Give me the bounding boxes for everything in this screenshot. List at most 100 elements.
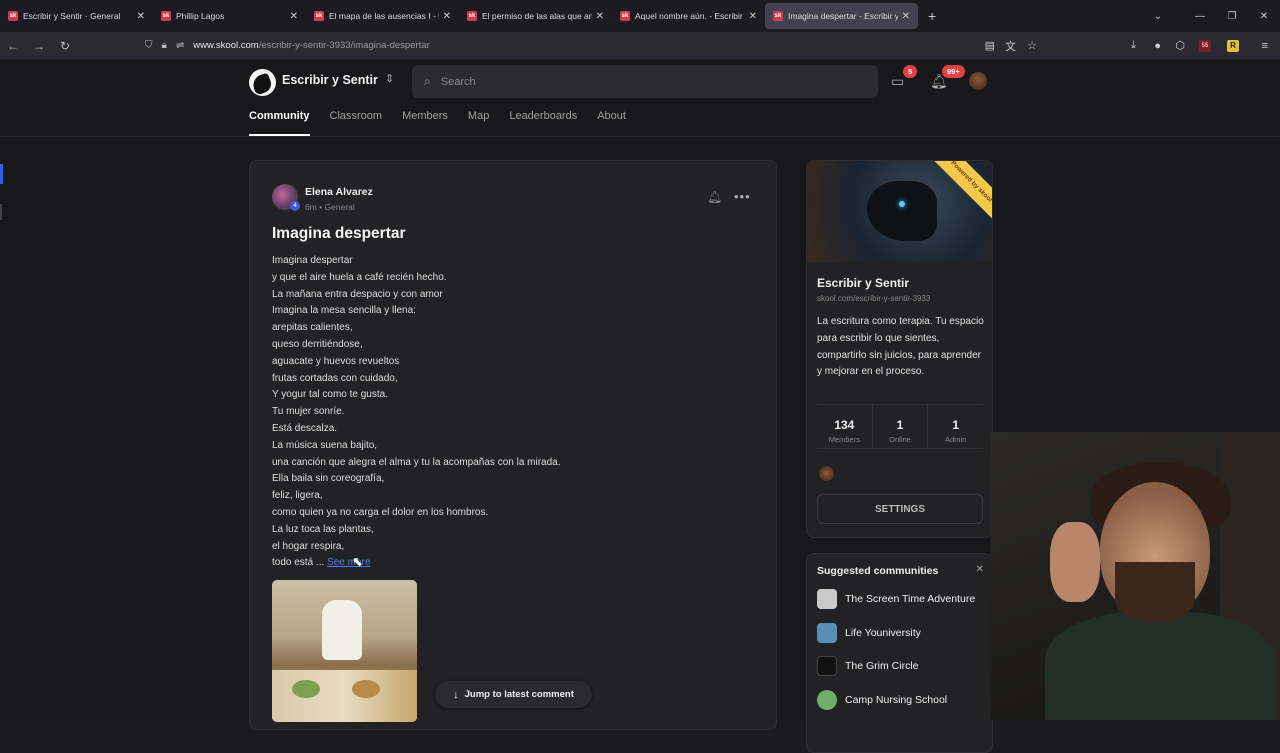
maximize-icon[interactable]: ❐ — [1216, 11, 1248, 22]
new-tab-icon[interactable]: + — [928, 8, 936, 24]
arrow-down-icon: ↓ — [453, 688, 459, 701]
chat-badge: 5 — [903, 65, 918, 78]
close-window-icon[interactable]: ✕ — [1248, 11, 1280, 22]
close-tab-icon[interactable]: ✕ — [137, 11, 145, 22]
webcam-person-shirt — [1045, 612, 1275, 720]
skool-favicon-icon: sk — [314, 11, 324, 21]
powered-by-ribbon[interactable]: Powered by skool — [931, 161, 992, 222]
search-placeholder: Search — [440, 75, 476, 88]
post-line: La luz toca las plantas, — [272, 523, 374, 535]
author-name[interactable]: Elena Alvarez — [305, 186, 373, 198]
close-icon[interactable]: ✕ — [976, 564, 984, 575]
post-line: La mañana entra despacio y con amor — [272, 288, 443, 300]
suggested-item[interactable]: Camp Nursing School — [817, 690, 947, 710]
suggested-name: The Screen Time Adventure — [845, 593, 976, 605]
community-cover-image: Powered by skool — [807, 161, 992, 262]
post-line: y que el aire huela a café recién hecho. — [272, 271, 447, 283]
tab-about[interactable]: About — [597, 110, 626, 136]
post-meta: 6m • General — [305, 202, 355, 212]
browser-tab-active[interactable]: sk Imagina despertar - Escribir y Se ✕ — [765, 3, 918, 29]
post-image[interactable] — [272, 580, 417, 722]
list-tabs-icon[interactable]: ⌄ — [1142, 11, 1174, 22]
member-avatar[interactable] — [819, 466, 834, 481]
webcam-overlay — [990, 432, 1280, 720]
browser-tab[interactable]: sk Phillip Lagos ✕ — [153, 0, 306, 32]
post-line: Imagina despertar — [272, 255, 353, 266]
community-logo[interactable] — [249, 69, 276, 96]
post-line-last: todo está ... See more — [272, 555, 561, 572]
tab-community[interactable]: Community — [249, 110, 310, 136]
browser-tab-bar: sk Escribir y Sentir · General ✕ sk Phillip… — [0, 0, 1280, 32]
webcam-person-beard — [1115, 562, 1195, 622]
webcam-person-hand — [1050, 522, 1100, 602]
post-title: Imagina despertar — [272, 225, 406, 242]
post-line: Ella baila sin coreografía, — [272, 473, 385, 485]
close-tab-icon[interactable]: ✕ — [596, 11, 604, 22]
tab-title: Escribir y Sentir · General — [23, 11, 121, 21]
address-bar[interactable]: ⛉ 🔒︎ ⇌ www.skool.com/escribir-y-sentir-3… — [145, 35, 1045, 56]
close-tab-icon[interactable]: ✕ — [290, 11, 298, 22]
see-more-link[interactable]: See more — [327, 557, 370, 568]
suggested-item[interactable]: Life Youniversity — [817, 623, 921, 643]
skool-favicon-icon: sk — [8, 11, 18, 21]
back-icon[interactable]: ← — [0, 39, 26, 53]
sidebar-community-name: Escribir y Sentir — [817, 276, 910, 290]
scroll-indicator — [0, 164, 3, 184]
shield-icon[interactable]: ⛉ — [145, 40, 153, 51]
raven-eye — [899, 201, 905, 207]
close-tab-icon[interactable]: ✕ — [749, 11, 757, 22]
switch-community-icon[interactable]: ⇕ — [385, 72, 394, 85]
post-line: Y yogur tal como te gusta. — [272, 389, 388, 401]
settings-button[interactable]: SETTINGS — [817, 494, 983, 524]
community-nav: Community Classroom Members Map Leaderbo… — [249, 110, 646, 136]
more-options-icon[interactable]: ••• — [734, 189, 751, 204]
minimize-icon[interactable]: — — [1184, 11, 1216, 22]
forward-icon[interactable]: → — [26, 39, 52, 53]
user-avatar[interactable] — [969, 72, 987, 90]
translate-icon[interactable]: 文 — [1005, 38, 1016, 54]
bookmark-star-icon[interactable]: ☆ — [1027, 39, 1037, 52]
stat-members[interactable]: 134 Members — [817, 405, 872, 448]
community-name[interactable]: Escribir y Sentir — [282, 73, 378, 87]
close-tab-icon[interactable]: ✕ — [443, 11, 451, 22]
search-input[interactable]: ⌕ Search — [412, 65, 878, 98]
menu-icon[interactable]: ≡ — [1262, 40, 1268, 52]
browser-tab[interactable]: sk Aquel nombre aún. - Escribir y S ✕ — [612, 0, 765, 32]
community-icon — [817, 623, 837, 643]
browser-tab[interactable]: sk El mapa de las ausencias I - Escri ✕ — [306, 0, 459, 32]
suggested-item[interactable]: The Screen Time Adventure — [817, 589, 975, 609]
tab-members[interactable]: Members — [402, 110, 448, 136]
browser-tab[interactable]: sk Escribir y Sentir · General ✕ — [0, 0, 153, 32]
account-icon[interactable]: ● — [1154, 40, 1161, 52]
post-bell-icon[interactable]: 🔔︎ — [707, 190, 722, 204]
suggested-name: The Grim Circle — [845, 660, 919, 672]
stat-online[interactable]: 1 Online — [871, 405, 928, 448]
tab-title: Phillip Lagos — [176, 11, 225, 21]
stat-label: Admin — [945, 435, 967, 444]
browser-tab[interactable]: sk El permiso de las alas que amé ✕ — [459, 0, 612, 32]
skool-favicon-icon: sk — [467, 11, 477, 21]
post-line: frutas cortadas con cuidado, — [272, 372, 398, 384]
lock-icon[interactable]: 🔒︎ — [162, 40, 167, 51]
jump-to-latest-button[interactable]: ↓ Jump to latest comment — [435, 681, 592, 708]
scroll-indicator — [0, 204, 2, 220]
extensions-icon[interactable]: ⬡ — [1175, 39, 1185, 52]
suggested-item[interactable]: The Grim Circle — [817, 656, 919, 676]
close-tab-icon[interactable]: ✕ — [902, 11, 910, 22]
post-line: Está descalza. — [272, 422, 338, 434]
page-info-icon[interactable]: ⇌ — [176, 40, 184, 51]
suggested-title: Suggested communities — [817, 565, 939, 577]
tab-map[interactable]: Map — [468, 110, 489, 136]
reload-icon[interactable]: ↻ — [52, 39, 78, 53]
post-line: aguacate y huevos revueltos — [272, 355, 400, 367]
reader-view-icon[interactable]: ▤ — [985, 39, 995, 52]
extension-r-icon[interactable]: R — [1227, 39, 1239, 52]
extension-badge-icon[interactable]: 55 — [1199, 39, 1211, 52]
stat-admin[interactable]: 1 Admin — [927, 405, 983, 448]
download-icon[interactable]: ⤓ — [1131, 39, 1136, 52]
tab-leaderboards[interactable]: Leaderboards — [509, 110, 577, 136]
tab-classroom[interactable]: Classroom — [330, 110, 383, 136]
community-icon — [817, 690, 837, 710]
chat-icon[interactable]: ▭ — [891, 73, 904, 90]
skool-favicon-icon: sk — [161, 11, 171, 21]
